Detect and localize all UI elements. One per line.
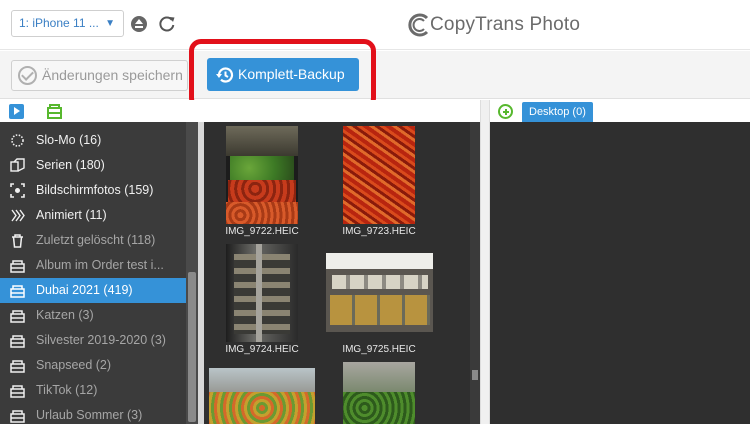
device-select-value: 1: iPhone 11 ... bbox=[19, 16, 99, 30]
photo-thumbnail[interactable] bbox=[326, 253, 433, 332]
scrollbar-thumb[interactable] bbox=[188, 272, 196, 422]
desktop-panel bbox=[490, 122, 750, 424]
save-changes-label: Änderungen speichern bbox=[42, 67, 183, 83]
sidebar-item-selected[interactable]: Dubai 2021 (419) bbox=[0, 278, 186, 303]
sidebar-item[interactable]: Album im Order test i... bbox=[0, 253, 186, 278]
album-icon bbox=[10, 285, 25, 298]
album-sidebar: Slo-Mo (16) Serien (180) Bildschirmfotos… bbox=[0, 122, 198, 424]
brand-logo: CopyTrans Photo bbox=[405, 10, 580, 40]
photo-caption: IMG_9725.HEIC bbox=[342, 344, 416, 355]
burst-icon bbox=[10, 158, 25, 172]
sidebar-item-label: Snapseed (2) bbox=[36, 358, 112, 372]
new-album-icon[interactable] bbox=[46, 102, 64, 120]
album-icon bbox=[10, 310, 25, 323]
add-icon[interactable] bbox=[498, 104, 513, 119]
photo-grid: IMG_9722.HEIC IMG_9723.HEIC IMG_9724.HEI… bbox=[204, 122, 470, 424]
sidebar-item-label: Animiert (11) bbox=[36, 208, 107, 222]
sidebar-item-label: Silvester 2019-2020 (3) bbox=[36, 333, 166, 347]
sidebar-item-label: Dubai 2021 (419) bbox=[36, 283, 133, 297]
trash-icon bbox=[12, 234, 23, 248]
sidebar-scrollbar[interactable] bbox=[186, 122, 198, 424]
album-icon bbox=[10, 360, 25, 373]
photo-caption: IMG_9722.HEIC bbox=[225, 226, 299, 237]
album-icon bbox=[10, 410, 25, 423]
copytrans-logo-icon bbox=[408, 13, 429, 37]
sidebar-item-label: TikTok (12) bbox=[36, 383, 98, 397]
tab-desktop[interactable]: Desktop (0) bbox=[522, 102, 593, 122]
photo-thumbnail[interactable] bbox=[226, 126, 298, 224]
scrollbar-thumb[interactable] bbox=[472, 370, 478, 380]
play-icon[interactable] bbox=[9, 104, 24, 119]
save-changes-button[interactable]: Änderungen speichern bbox=[11, 60, 188, 91]
photo-thumbnail[interactable] bbox=[343, 362, 415, 424]
full-backup-label: Komplett-Backup bbox=[238, 66, 345, 82]
panel-divider[interactable] bbox=[480, 100, 490, 424]
refresh-icon[interactable] bbox=[157, 14, 177, 34]
animated-icon bbox=[11, 209, 25, 222]
device-select[interactable]: 1: iPhone 11 ... ▼ bbox=[11, 10, 124, 37]
sidebar-item[interactable]: Zuletzt gelöscht (118) bbox=[0, 228, 186, 253]
sidebar-item[interactable]: Silvester 2019-2020 (3) bbox=[0, 328, 186, 353]
sidebar-item[interactable]: Snapseed (2) bbox=[0, 353, 186, 378]
photo-thumbnail[interactable] bbox=[226, 244, 298, 342]
slomo-icon bbox=[11, 134, 24, 147]
sidebar-item[interactable]: Bildschirmfotos (159) bbox=[0, 178, 186, 203]
check-circle-icon bbox=[18, 66, 37, 85]
chevron-down-icon: ▼ bbox=[105, 18, 115, 29]
sidebar-item-label: Zuletzt gelöscht (118) bbox=[36, 233, 156, 247]
sidebar-item[interactable]: Katzen (3) bbox=[0, 303, 186, 328]
sidebar-item[interactable]: Animiert (11) bbox=[0, 203, 186, 228]
sidebar-item-label: Serien (180) bbox=[36, 158, 105, 172]
grid-scrollbar[interactable] bbox=[470, 122, 480, 424]
brand-name: CopyTrans Photo bbox=[430, 14, 581, 35]
photo-caption: IMG_9723.HEIC bbox=[342, 226, 416, 237]
panel-header-row bbox=[0, 100, 750, 122]
photo-thumbnail[interactable] bbox=[343, 126, 415, 224]
sidebar-item[interactable]: TikTok (12) bbox=[0, 378, 186, 403]
photo-thumbnail[interactable] bbox=[209, 368, 315, 424]
sidebar-item-label: Katzen (3) bbox=[36, 308, 94, 322]
screenshot-icon bbox=[10, 183, 25, 198]
top-bar: 1: iPhone 11 ... ▼ CopyTrans Photo bbox=[0, 0, 750, 50]
sidebar-item-label: Bildschirmfotos (159) bbox=[36, 183, 154, 197]
album-icon bbox=[10, 335, 25, 348]
album-icon bbox=[10, 260, 25, 273]
sidebar-item[interactable]: Serien (180) bbox=[0, 153, 186, 178]
album-icon bbox=[10, 385, 25, 398]
history-icon bbox=[216, 67, 234, 83]
sidebar-item-label: Urlaub Sommer (3) bbox=[36, 408, 143, 422]
sidebar-item[interactable]: Urlaub Sommer (3) bbox=[0, 403, 186, 424]
sidebar-item-label: Album im Order test i... bbox=[36, 258, 164, 272]
sidebar-item[interactable]: Slo-Mo (16) bbox=[0, 128, 186, 153]
photo-caption: IMG_9724.HEIC bbox=[225, 344, 299, 355]
sidebar-item-label: Slo-Mo (16) bbox=[36, 133, 102, 147]
eject-icon[interactable] bbox=[131, 16, 147, 32]
full-backup-button[interactable]: Komplett-Backup bbox=[207, 58, 359, 91]
